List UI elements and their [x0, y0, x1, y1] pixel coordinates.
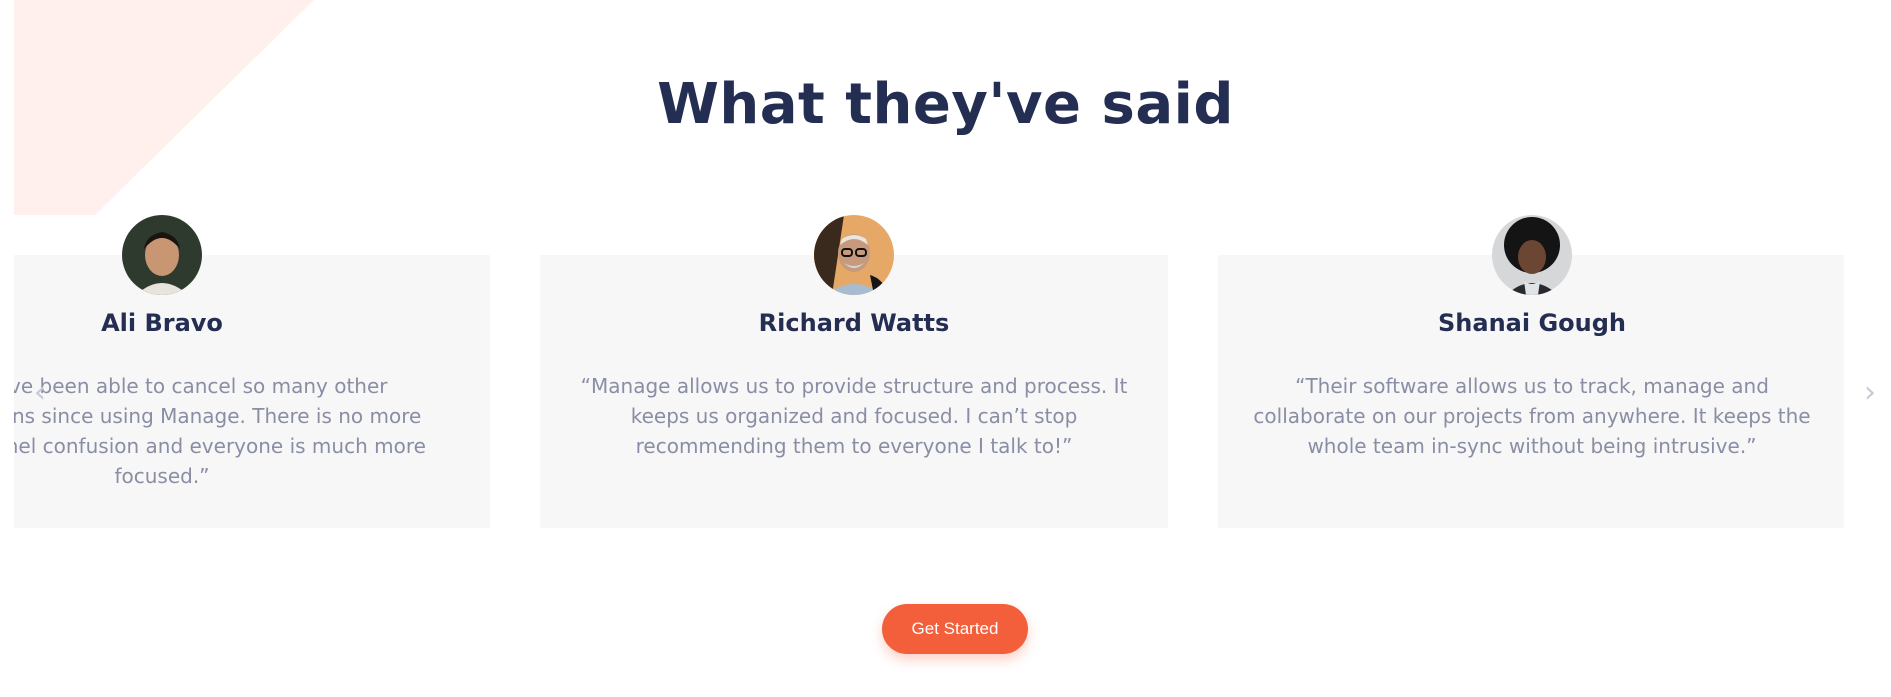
- quote-line: cross-channel confusion and everyone is …: [14, 434, 426, 458]
- person-avatar-icon: [1492, 215, 1572, 295]
- testimonial-quote: “Manage allows us to provide structure a…: [554, 371, 1154, 461]
- person-avatar-icon: [122, 215, 202, 295]
- quote-line: whole team in-sync without being intrusi…: [1307, 434, 1757, 458]
- quote-line: “Manage allows us to provide structure a…: [580, 374, 1128, 398]
- testimonial-card: Richard Watts “Manage allows us to provi…: [540, 215, 1168, 528]
- quote-line: collaborate on our projects from anywher…: [1253, 404, 1811, 428]
- quote-line: “Their software allows us to track, mana…: [1295, 374, 1769, 398]
- avatar: [1492, 215, 1572, 295]
- testimonial-card: Ali Bravo “We have been able to cancel s…: [14, 215, 490, 528]
- avatar: [122, 215, 202, 295]
- testimonial-name: Shanai Gough: [1438, 309, 1626, 337]
- quote-line: keeps us organized and focused. I can’t …: [630, 404, 1078, 428]
- quote-line: focused.”: [114, 464, 210, 488]
- testimonial-name: Ali Bravo: [101, 309, 223, 337]
- chevron-left-icon[interactable]: ‹: [28, 378, 52, 408]
- section-title: What they've said: [657, 72, 1234, 137]
- person-avatar-icon: [814, 215, 894, 295]
- quote-line: subscriptions since using Manage. There …: [14, 404, 422, 428]
- testimonial-name: Richard Watts: [758, 309, 950, 337]
- testimonial-carousel: Ali Bravo “We have been able to cancel s…: [14, 215, 1844, 530]
- testimonial-card: Shanai Gough “Their software allows us t…: [1218, 215, 1844, 528]
- avatar: [814, 215, 894, 295]
- testimonial-quote: “We have been able to cancel so many oth…: [14, 371, 462, 491]
- testimonial-quote: “Their software allows us to track, mana…: [1232, 371, 1832, 461]
- quote-line: recommending them to everyone I talk to!…: [635, 434, 1073, 458]
- get-started-button[interactable]: Get Started: [882, 604, 1028, 654]
- quote-line: “We have been able to cancel so many oth…: [14, 374, 388, 398]
- chevron-right-icon[interactable]: ›: [1858, 378, 1882, 408]
